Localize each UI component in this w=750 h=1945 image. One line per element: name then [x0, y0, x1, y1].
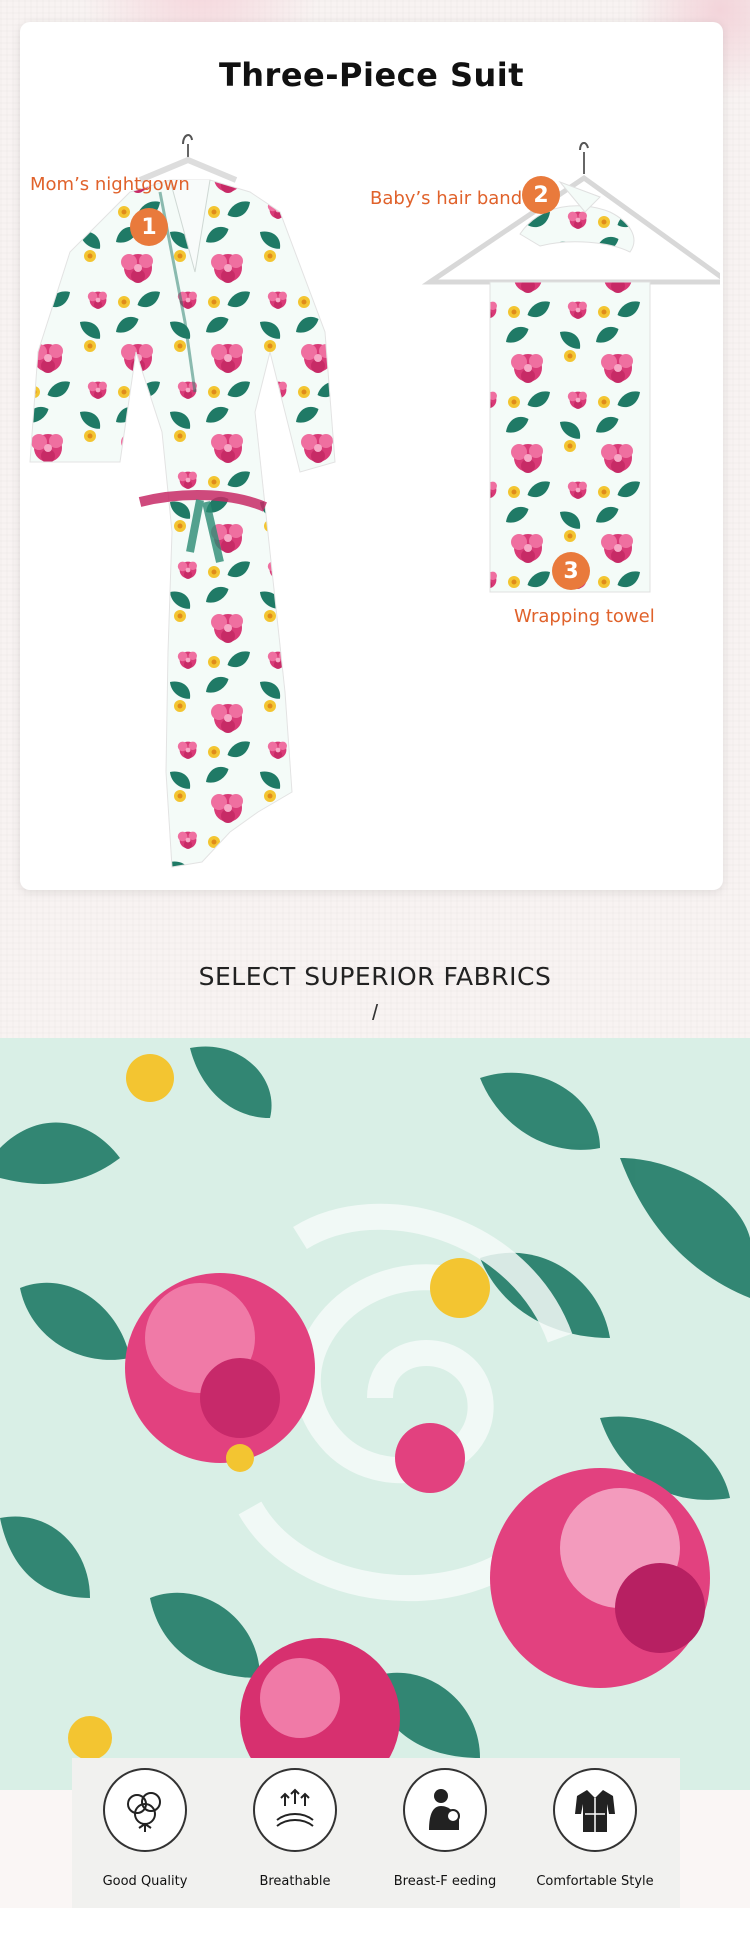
feature-good-quality: Good Quality [70, 1768, 220, 1889]
three-piece-suit-card: Three-Piece Suit Mom’s nightgown 1 Baby’… [20, 22, 723, 890]
card-title: Three-Piece Suit [218, 56, 525, 94]
badge-1: 1 [130, 208, 168, 246]
breastfeeding-icon [403, 1768, 487, 1852]
breathable-icon [253, 1768, 337, 1852]
feature-label: Breathable [259, 1874, 331, 1889]
fabrics-separator: / [371, 1000, 379, 1025]
nightgown-label: Mom’s nightgown [30, 174, 190, 195]
fabric-closeup-image [0, 1038, 750, 1790]
towel-and-hairband-image [421, 142, 720, 593]
feature-label: Good Quality [102, 1874, 188, 1889]
badge-3: 3 [552, 552, 590, 590]
feature-label: Breast-F eeding [393, 1874, 497, 1889]
feature-comfortable-style: Comfortable Style [520, 1768, 670, 1889]
hairband-label: Baby’s hair band [370, 188, 523, 209]
fabrics-heading: SELECT SUPERIOR FABRICS [198, 962, 552, 991]
feature-label: Comfortable Style [536, 1874, 654, 1889]
features-strip: Good Quality Breathable Breast-F eeding [72, 1758, 680, 1908]
nightgown-image [29, 134, 336, 868]
badge-2: 2 [522, 176, 560, 214]
robe-icon [553, 1768, 637, 1852]
bottom-band [0, 1908, 750, 1945]
feature-breathable: Breathable [220, 1768, 370, 1889]
wrapping-towel-label: Wrapping towel [514, 606, 655, 627]
cotton-icon [103, 1768, 187, 1852]
feature-breast-feeding: Breast-F eeding [370, 1768, 520, 1889]
